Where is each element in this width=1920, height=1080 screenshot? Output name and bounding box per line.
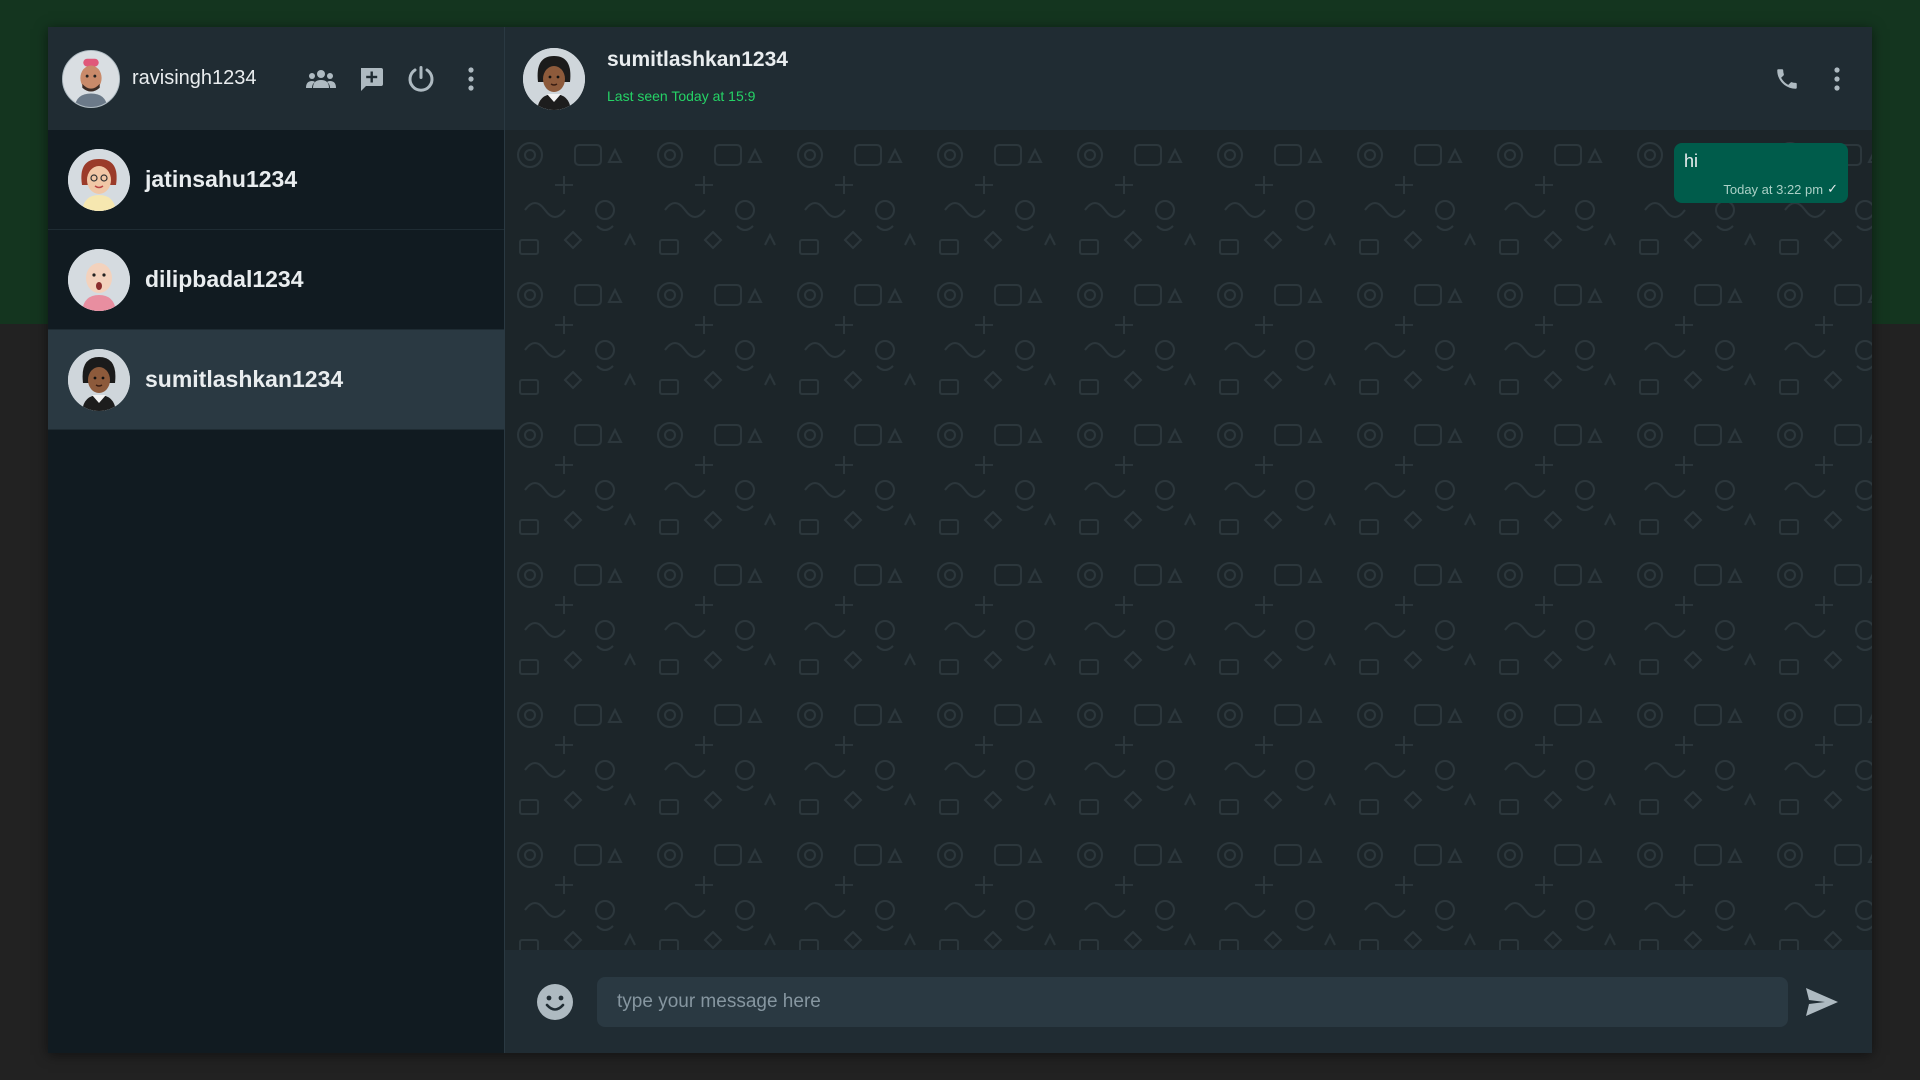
message-input[interactable] (597, 976, 1788, 1027)
message-text: hi (1684, 151, 1699, 171)
sent-tick-icon: ✓ (1827, 181, 1838, 196)
more-vert-icon[interactable] (1822, 64, 1852, 94)
power-icon[interactable] (406, 64, 436, 94)
avatar (68, 248, 130, 311)
avatar (68, 148, 130, 211)
avatar (68, 348, 130, 411)
message-time: Today at 3:22 pm (1723, 181, 1824, 197)
send-icon[interactable] (1802, 982, 1842, 1022)
chat-name: dilipbadal1234 (145, 266, 304, 292)
message-composer (505, 950, 1872, 1053)
chat-app: ravisingh1234 jatinsahu1234 dilipbadal12… (48, 27, 1872, 1053)
new-chat-icon[interactable] (356, 64, 386, 94)
outgoing-message-bubble[interactable]: hi Today at 3:22 pm ✓ (1674, 143, 1848, 203)
contact-info: sumitlashkan1234 Last seen Today at 15:9 (607, 48, 1772, 104)
message-area[interactable]: hi Today at 3:22 pm ✓ (505, 130, 1872, 950)
more-vert-icon[interactable] (456, 64, 486, 94)
contact-name: sumitlashkan1234 (607, 47, 788, 71)
people-icon[interactable] (306, 64, 336, 94)
chat-name: jatinsahu1234 (145, 166, 298, 192)
conversation-header: sumitlashkan1234 Last seen Today at 15:9 (505, 27, 1872, 130)
user-name: ravisingh1234 (132, 67, 257, 89)
sidebar-header: ravisingh1234 (48, 27, 504, 130)
sidebar-header-icons (306, 64, 486, 94)
user-avatar[interactable] (62, 49, 120, 108)
sidebar: ravisingh1234 jatinsahu1234 dilipbadal12… (48, 27, 505, 1053)
message-meta: Today at 3:22 pm ✓ (1723, 181, 1838, 197)
chat-list: jatinsahu1234 dilipbadal1234 sumitlashka… (48, 130, 504, 1053)
conversation-header-icons (1772, 64, 1852, 94)
chat-item-jatinsahu1234[interactable]: jatinsahu1234 (48, 130, 504, 230)
emoji-icon[interactable] (535, 982, 575, 1022)
chat-wallpaper (505, 130, 1872, 950)
chat-item-sumitlashkan1234[interactable]: sumitlashkan1234 (48, 330, 504, 430)
phone-icon[interactable] (1772, 64, 1802, 94)
contact-avatar[interactable] (523, 47, 585, 110)
last-seen-status: Last seen Today at 15:9 (607, 87, 756, 104)
chat-item-dilipbadal1234[interactable]: dilipbadal1234 (48, 230, 504, 330)
conversation-panel: sumitlashkan1234 Last seen Today at 15:9 (505, 27, 1872, 1053)
chat-name: sumitlashkan1234 (145, 366, 344, 392)
